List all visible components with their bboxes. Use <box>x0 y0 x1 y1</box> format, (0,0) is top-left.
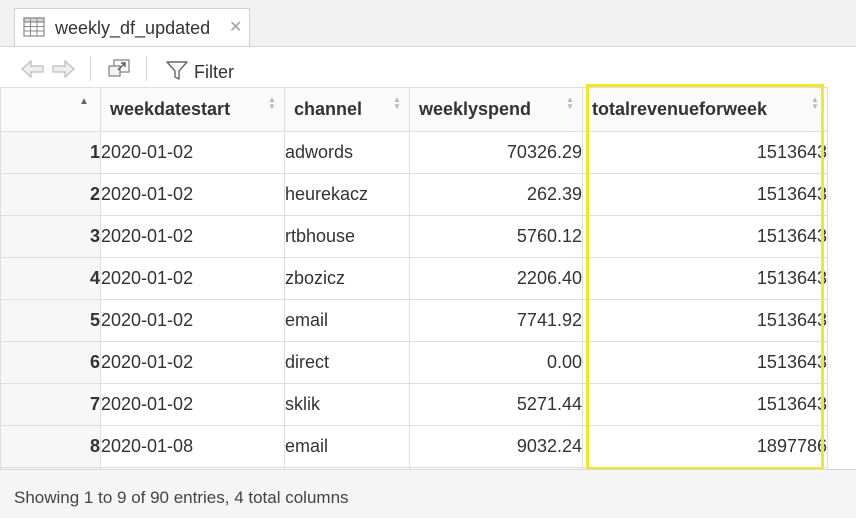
cell-channel[interactable]: rtbhouse <box>284 215 410 258</box>
table-row[interactable]: 1 2020-01-02 adwords 70326.29 1513643 <box>0 131 828 174</box>
cell-channel[interactable]: zbozicz <box>284 257 410 300</box>
cell-weekdatestart[interactable]: 2020-01-02 <box>100 131 285 174</box>
row-number: 3 <box>0 215 101 258</box>
cell-totalrevenueforweek[interactable]: 1513643 <box>582 173 828 216</box>
row-number: 1 <box>0 131 101 174</box>
cell-weekdatestart[interactable]: 2020-01-02 <box>100 215 285 258</box>
row-number: 7 <box>0 383 101 426</box>
sort-ascending-icon: ▲ <box>79 96 89 107</box>
row-number: 6 <box>0 341 101 384</box>
row-number: 8 <box>0 425 101 468</box>
cell-totalrevenueforweek[interactable]: 1513643 <box>582 131 828 174</box>
cell-totalrevenueforweek[interactable]: 1513643 <box>582 257 828 300</box>
cell-channel[interactable]: sklik <box>284 383 410 426</box>
cell-weekdatestart[interactable]: 2020-01-02 <box>100 383 285 426</box>
toolbar: Filter <box>0 47 856 87</box>
column-header-label: weekdatestart <box>110 99 231 119</box>
column-header-label: totalrevenueforweek <box>592 99 768 119</box>
data-table: ▲ weekdatestart ▲ ▼ channel ▲ ▼ weeklyspen… <box>0 87 828 510</box>
cell-totalrevenueforweek[interactable]: 1513643 <box>582 299 828 342</box>
cell-weeklyspend[interactable]: 5271.44 <box>409 383 583 426</box>
status-bar: Showing 1 to 9 of 90 entries, 4 total co… <box>0 469 856 518</box>
row-index-header[interactable]: ▲ <box>0 87 101 132</box>
sort-icon[interactable]: ▲ ▼ <box>393 96 401 111</box>
cell-weekdatestart[interactable]: 2020-01-02 <box>100 257 285 300</box>
column-header-weekdatestart[interactable]: weekdatestart ▲ ▼ <box>100 87 285 132</box>
row-number: 2 <box>0 173 101 216</box>
toolbar-divider <box>146 57 147 81</box>
cell-totalrevenueforweek[interactable]: 1897786 <box>582 425 828 468</box>
cell-totalrevenueforweek[interactable]: 1513643 <box>582 383 828 426</box>
cell-channel[interactable]: direct <box>284 341 410 384</box>
cell-weeklyspend[interactable]: 262.39 <box>409 173 583 216</box>
sort-icon[interactable]: ▲ ▼ <box>811 96 819 111</box>
filter-button[interactable]: Filter <box>194 62 234 83</box>
cell-weeklyspend[interactable]: 9032.24 <box>409 425 583 468</box>
cell-channel[interactable]: adwords <box>284 131 410 174</box>
close-icon[interactable]: ✕ <box>229 17 242 37</box>
column-header-label: channel <box>294 99 363 119</box>
table-row[interactable]: 3 2020-01-02 rtbhouse 5760.12 1513643 <box>0 215 828 258</box>
popout-icon[interactable] <box>106 58 132 80</box>
table-row[interactable]: 5 2020-01-02 email 7741.92 1513643 <box>0 299 828 342</box>
cell-channel[interactable]: email <box>284 425 410 468</box>
data-grid: ▲ weekdatestart ▲ ▼ channel ▲ ▼ weeklyspen… <box>0 87 856 510</box>
cell-totalrevenueforweek[interactable]: 1513643 <box>582 341 828 384</box>
sort-icon[interactable]: ▲ ▼ <box>268 96 276 111</box>
sort-icon[interactable]: ▲ ▼ <box>566 96 574 111</box>
row-number: 5 <box>0 299 101 342</box>
entries-status: Showing 1 to 9 of 90 entries, 4 total co… <box>14 488 349 507</box>
table-row[interactable]: 4 2020-01-02 zbozicz 2206.40 1513643 <box>0 257 828 300</box>
cell-weekdatestart[interactable]: 2020-01-02 <box>100 173 285 216</box>
toolbar-divider <box>90 57 91 81</box>
cell-channel[interactable]: email <box>284 299 410 342</box>
table-row[interactable]: 7 2020-01-02 sklik 5271.44 1513643 <box>0 383 828 426</box>
tab-weekly-df-updated[interactable]: weekly_df_updated ✕ <box>14 8 250 46</box>
back-arrow-icon[interactable] <box>20 59 46 79</box>
column-header-channel[interactable]: channel ▲ ▼ <box>284 87 410 132</box>
cell-channel[interactable]: heurekacz <box>284 173 410 216</box>
tab-title: weekly_df_updated <box>55 18 211 38</box>
cell-weeklyspend[interactable]: 0.00 <box>409 341 583 384</box>
row-number: 4 <box>0 257 101 300</box>
cell-weeklyspend[interactable]: 2206.40 <box>409 257 583 300</box>
cell-weeklyspend[interactable]: 7741.92 <box>409 299 583 342</box>
forward-arrow-icon[interactable] <box>50 59 76 79</box>
cell-weeklyspend[interactable]: 70326.29 <box>409 131 583 174</box>
tab-bar: weekly_df_updated ✕ <box>0 0 856 47</box>
filter-icon[interactable] <box>166 61 188 81</box>
column-header-label: weeklyspend <box>419 99 532 119</box>
table-row[interactable]: 2 2020-01-02 heurekacz 262.39 1513643 <box>0 173 828 216</box>
table-row[interactable]: 6 2020-01-02 direct 0.00 1513643 <box>0 341 828 384</box>
cell-totalrevenueforweek[interactable]: 1513643 <box>582 215 828 258</box>
table-row[interactable]: 8 2020-01-08 email 9032.24 1897786 <box>0 425 828 468</box>
cell-weekdatestart[interactable]: 2020-01-08 <box>100 425 285 468</box>
cell-weeklyspend[interactable]: 5760.12 <box>409 215 583 258</box>
table-icon <box>23 17 45 37</box>
column-header-totalrevenueforweek[interactable]: totalrevenueforweek ▲ ▼ <box>582 87 828 132</box>
header-row: ▲ weekdatestart ▲ ▼ channel ▲ ▼ weeklyspen… <box>0 87 828 132</box>
column-header-weeklyspend[interactable]: weeklyspend ▲ ▼ <box>409 87 583 132</box>
cell-weekdatestart[interactable]: 2020-01-02 <box>100 299 285 342</box>
cell-weekdatestart[interactable]: 2020-01-02 <box>100 341 285 384</box>
